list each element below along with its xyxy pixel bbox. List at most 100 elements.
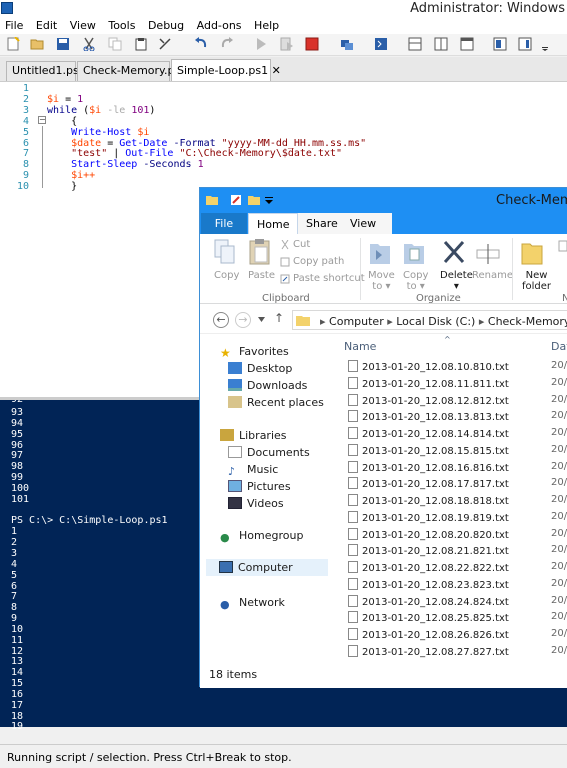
- nav-documents[interactable]: Documents: [228, 446, 310, 459]
- cut-icon[interactable]: [82, 37, 96, 51]
- recent-locations-chevron-icon[interactable]: [258, 317, 265, 322]
- file-name: 2013-01-20_12.08.19.819.txt: [362, 512, 509, 524]
- file-row[interactable]: 2013-01-20_12.08.14.814.txt 20/: [348, 427, 567, 443]
- properties-icon[interactable]: [230, 194, 242, 206]
- new-folder-button[interactable]: New folder: [522, 270, 551, 292]
- file-row[interactable]: 2013-01-20_12.08.16.816.txt 20/: [348, 460, 567, 477]
- menu-debug[interactable]: Debug: [148, 18, 184, 34]
- redo-icon[interactable]: [220, 37, 234, 51]
- paste-icon[interactable]: [134, 37, 148, 51]
- file-row[interactable]: 2013-01-20_12.08.22.822.txt 20/: [348, 561, 567, 577]
- file-row[interactable]: 2013-01-20_12.08.17.817.txt 20/: [348, 477, 567, 493]
- remote-powershell-icon[interactable]: [340, 37, 354, 51]
- column-header-name[interactable]: Name: [344, 340, 376, 353]
- run-script-icon[interactable]: [254, 37, 268, 51]
- tab-untitled1[interactable]: Untitled1.ps1: [6, 61, 86, 81]
- nav-network[interactable]: ● Network: [220, 596, 285, 611]
- ribbon-tab-file[interactable]: File: [201, 213, 247, 234]
- nav-computer[interactable]: Computer: [206, 559, 328, 576]
- explorer-status-bar: 18 items: [200, 664, 567, 688]
- up-arrow-icon[interactable]: ↑: [274, 311, 284, 325]
- column-header-date[interactable]: Dat: [551, 340, 567, 353]
- tab-simple-loop[interactable]: Simple-Loop.ps1 ✕: [171, 59, 281, 81]
- menu-edit[interactable]: Edit: [36, 18, 57, 34]
- text-file-icon: [348, 527, 358, 540]
- copy-path-button[interactable]: Copy path: [293, 256, 344, 267]
- paste-button[interactable]: Paste: [248, 270, 275, 281]
- nav-downloads[interactable]: Downloads: [228, 379, 307, 392]
- breadcrumb-computer[interactable]: Computer: [329, 315, 384, 328]
- rename-button[interactable]: Rename: [472, 270, 513, 281]
- collapse-toggle-icon[interactable]: −: [38, 116, 46, 124]
- breadcrumb-check-memory[interactable]: Check-Memory: [488, 315, 567, 328]
- copy-icon[interactable]: [108, 37, 122, 51]
- file-row[interactable]: 2013-01-20_12.08.12.812.txt 20/: [348, 393, 567, 410]
- menu-help[interactable]: Help: [254, 18, 279, 34]
- music-icon: ♪: [228, 465, 236, 478]
- file-row[interactable]: 2013-01-20_12.08.15.815.txt 20/: [348, 443, 567, 460]
- nav-desktop[interactable]: Desktop: [228, 362, 292, 375]
- toolbar-overflow-icon[interactable]: [541, 37, 549, 51]
- clear-icon[interactable]: [158, 37, 172, 51]
- quick-access-dropdown-icon[interactable]: [265, 196, 273, 204]
- menu-tools[interactable]: Tools: [108, 18, 135, 34]
- ribbon-tab-share[interactable]: Share: [298, 213, 346, 234]
- show-script-max-icon[interactable]: [460, 37, 474, 51]
- file-row[interactable]: 2013-01-20_12.08.21.821.txt 20/: [348, 544, 567, 560]
- file-row[interactable]: 2013-01-20_12.08.18.818.txt 20/: [348, 494, 567, 510]
- file-row[interactable]: 2013-01-20_12.08.20.820.txt 20/: [348, 527, 567, 544]
- show-script-right-icon[interactable]: [434, 37, 448, 51]
- undo-icon[interactable]: [194, 37, 208, 51]
- toolbar: [0, 34, 567, 56]
- menu-view[interactable]: View: [70, 18, 96, 34]
- file-row[interactable]: 2013-01-20_12.08.23.823.txt 20/: [348, 577, 567, 594]
- new-folder-quick-icon[interactable]: [248, 194, 260, 206]
- nav-libraries[interactable]: Libraries: [220, 429, 287, 442]
- copy-button[interactable]: Copy: [214, 270, 239, 281]
- address-toolbar: ← → ↑ ▸ Computer ▸ Local Disk (C:) ▸ Che…: [200, 305, 567, 334]
- start-powershell-icon[interactable]: [374, 37, 388, 51]
- file-row[interactable]: 2013-01-20_12.08.13.813.txt 20/: [348, 410, 567, 426]
- run-selection-icon[interactable]: [280, 37, 294, 51]
- forward-button[interactable]: →: [235, 312, 251, 328]
- script-code[interactable]: $i = 1 while ($i -le 101) { Write-Host $i…: [47, 84, 366, 193]
- stop-icon[interactable]: [305, 37, 319, 51]
- cut-icon: [281, 240, 289, 250]
- cut-button[interactable]: Cut: [293, 239, 310, 250]
- save-icon[interactable]: [56, 37, 70, 51]
- nav-homegroup[interactable]: ● Homegroup: [220, 529, 303, 544]
- show-command-addon-icon[interactable]: [518, 37, 532, 51]
- file-row[interactable]: 2013-01-20_12.08.24.824.txt 20/: [348, 594, 567, 611]
- move-to-button[interactable]: Move to ▾: [368, 270, 395, 292]
- file-row[interactable]: 2013-01-20_12.08.27.827.txt 20/: [348, 644, 567, 661]
- nav-recent-places[interactable]: Recent places: [228, 396, 324, 409]
- file-date: 20/: [551, 410, 567, 422]
- file-row[interactable]: 2013-01-20_12.08.25.825.txt 20/: [348, 611, 567, 627]
- file-row[interactable]: 2013-01-20_12.08.10.810.txt 20/: [348, 360, 567, 376]
- close-tab-icon[interactable]: ✕: [272, 64, 281, 77]
- file-row[interactable]: 2013-01-20_12.08.11.811.txt 20/: [348, 376, 567, 393]
- tab-check-memory[interactable]: Check-Memory.ps1: [77, 61, 187, 81]
- nav-favorites[interactable]: ★ Favorites: [220, 345, 289, 360]
- new-file-icon[interactable]: [6, 37, 20, 51]
- delete-button[interactable]: Delete ▾: [440, 270, 473, 292]
- ribbon-tab-home[interactable]: Home: [248, 213, 299, 234]
- file-row[interactable]: 2013-01-20_12.08.26.826.txt 20/: [348, 628, 567, 644]
- nav-music[interactable]: ♪ Music: [228, 463, 278, 478]
- file-row[interactable]: 2013-01-20_12.08.19.819.txt 20/: [348, 510, 567, 527]
- show-script-top-icon[interactable]: [408, 37, 422, 51]
- open-folder-icon[interactable]: [30, 37, 44, 51]
- show-command-icon[interactable]: [493, 37, 507, 51]
- nav-videos[interactable]: Videos: [228, 497, 284, 510]
- menu-addons[interactable]: Add-ons: [197, 18, 242, 34]
- nav-pictures[interactable]: Pictures: [228, 480, 291, 493]
- powershell-app-icon[interactable]: [1, 2, 13, 14]
- breadcrumb-local-disk[interactable]: Local Disk (C:): [396, 315, 475, 328]
- back-button[interactable]: ←: [213, 312, 229, 328]
- menu-file[interactable]: File: [5, 18, 23, 34]
- paste-shortcut-button[interactable]: Paste shortcut: [293, 273, 365, 284]
- ribbon-tab-view[interactable]: View: [342, 213, 392, 234]
- console-line: 98: [11, 461, 24, 473]
- file-date: 20/: [551, 527, 567, 539]
- copy-to-button[interactable]: Copy to ▾: [403, 270, 428, 292]
